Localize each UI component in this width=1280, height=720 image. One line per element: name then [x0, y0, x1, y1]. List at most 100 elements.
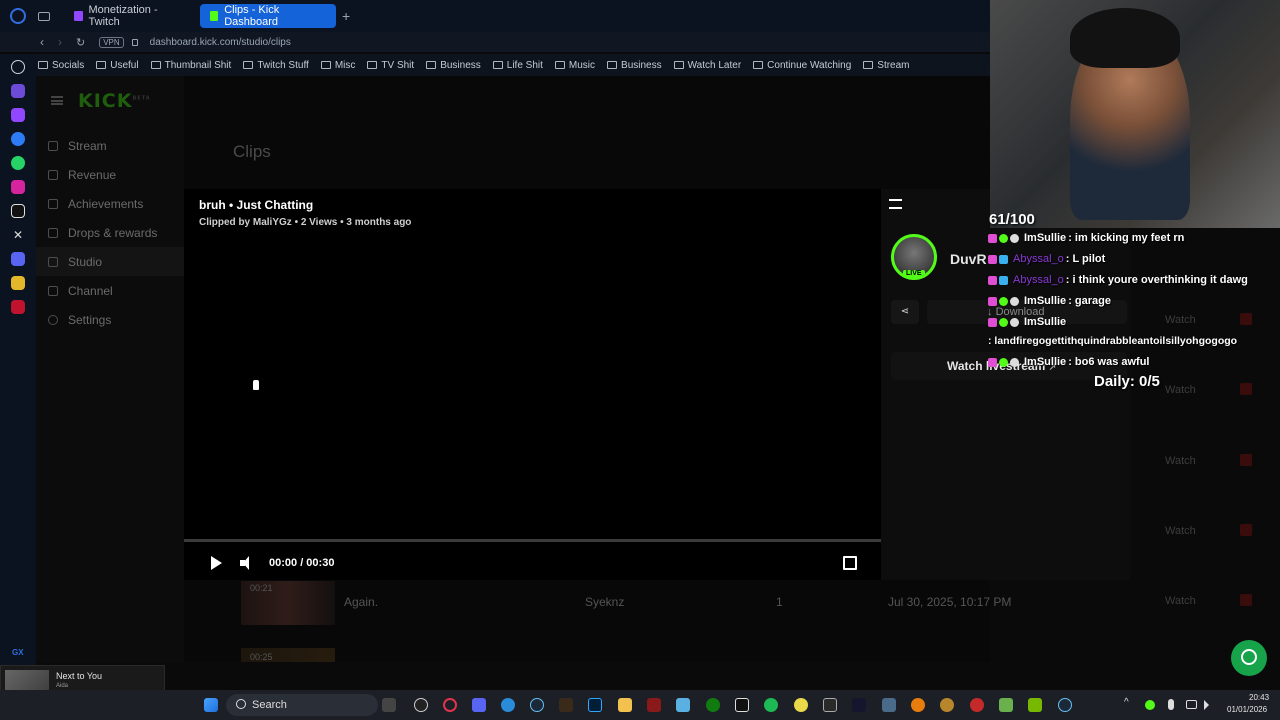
sub-badge-icon: [988, 297, 997, 306]
chat-message: ImSullie : im kicking my feet rn: [988, 232, 1280, 245]
nav-channel[interactable]: Channel: [36, 276, 184, 305]
discord-icon[interactable]: [472, 698, 486, 712]
app-icon[interactable]: [882, 698, 896, 712]
clip-views: 1: [776, 595, 783, 609]
network-icon[interactable]: [1186, 700, 1197, 709]
bookmark-folder[interactable]: Business: [607, 60, 662, 71]
collapse-drawer-icon[interactable]: [889, 199, 902, 209]
headset-icon: [1241, 649, 1257, 665]
bookmark-folder[interactable]: Twitch Stuff: [243, 60, 309, 71]
bookmark-folder[interactable]: Business: [426, 60, 481, 71]
nav-drops-rewards[interactable]: Drops & rewards: [36, 218, 184, 247]
app-icon[interactable]: [940, 698, 954, 712]
windows-start-icon[interactable]: [204, 698, 218, 712]
table-row[interactable]: 00:21 Again. Syeknz 1 Jul 30, 2025, 10:1…: [184, 581, 1280, 625]
clock-time[interactable]: 20:43: [1249, 693, 1269, 702]
app-icon[interactable]: [970, 698, 984, 712]
bookmark-folder[interactable]: Continue Watching: [753, 60, 851, 71]
watch-button[interactable]: Watch: [1165, 455, 1196, 467]
bookmark-folder[interactable]: Watch Later: [673, 60, 741, 71]
nvidia-icon[interactable]: [1028, 698, 1042, 712]
notes-icon[interactable]: [11, 276, 25, 290]
notepad-icon[interactable]: [676, 698, 690, 712]
opera-icon[interactable]: [443, 698, 457, 712]
microphone-icon[interactable]: [1168, 699, 1174, 710]
steam-icon[interactable]: [1058, 698, 1072, 712]
progress-track[interactable]: [184, 539, 881, 542]
share-button[interactable]: ⋖: [891, 300, 919, 324]
volume-tray-icon[interactable]: [1204, 700, 1214, 710]
volume-icon[interactable]: [240, 556, 255, 570]
chat-message: Abyssal_o : L pilot: [988, 253, 1280, 266]
nav-stream[interactable]: Stream: [36, 131, 184, 160]
x-icon[interactable]: ✕: [11, 228, 25, 242]
taskbar-search-box[interactable]: Search: [226, 694, 378, 716]
discord-icon[interactable]: [11, 252, 25, 266]
clock-date[interactable]: 01/01/2026: [1227, 705, 1267, 714]
sidebar-app-icon[interactable]: [11, 300, 25, 314]
folder-icon: [492, 61, 503, 69]
support-chat-button[interactable]: [1231, 640, 1267, 676]
xbox-icon[interactable]: [706, 698, 720, 712]
app-icon[interactable]: [559, 698, 573, 712]
bookmark-folder[interactable]: Life Shit: [492, 60, 543, 71]
clip-video-player[interactable]: bruh • Just Chatting Clipped by MaliYGz …: [184, 189, 881, 580]
whatsapp-icon[interactable]: [11, 156, 25, 170]
tiktok-icon[interactable]: [11, 204, 25, 218]
nav-achievements[interactable]: Achievements: [36, 189, 184, 218]
twitch-icon[interactable]: [11, 108, 25, 122]
tab-twitch[interactable]: Monetization - Twitch: [64, 4, 196, 28]
chatgpt-icon[interactable]: [11, 60, 25, 74]
nav-settings[interactable]: Settings: [36, 305, 184, 334]
folder-icon[interactable]: [618, 698, 632, 712]
url-field[interactable]: dashboard.kick.com/studio/clips: [150, 37, 291, 48]
app-icon[interactable]: [852, 698, 866, 712]
obs-icon[interactable]: [414, 698, 428, 712]
blender-icon[interactable]: [911, 698, 925, 712]
gx-label[interactable]: GX: [12, 648, 24, 657]
edge-icon[interactable]: [501, 698, 515, 712]
kick-logo[interactable]: KICKBETA: [78, 90, 151, 112]
bookmark-folder[interactable]: Useful: [96, 60, 139, 71]
new-tab-button[interactable]: +: [342, 8, 350, 24]
file-explorer-icon[interactable]: [382, 698, 396, 712]
bookmark-folder[interactable]: TV Shit: [367, 60, 414, 71]
app-icon[interactable]: [794, 698, 808, 712]
nav-revenue[interactable]: Revenue: [36, 160, 184, 189]
back-icon[interactable]: ‹: [40, 35, 44, 49]
delete-icon[interactable]: [1240, 524, 1252, 536]
delete-icon[interactable]: [1240, 594, 1252, 606]
steam-icon[interactable]: [530, 698, 544, 712]
tray-app-icon[interactable]: [1145, 700, 1155, 710]
spotify-icon[interactable]: [764, 698, 778, 712]
app-icon[interactable]: [647, 698, 661, 712]
capcut-icon[interactable]: [735, 698, 749, 712]
tray-chevron-icon[interactable]: ^: [1124, 697, 1129, 708]
vpn-badge[interactable]: VPN: [99, 36, 124, 48]
app-icon[interactable]: [999, 698, 1013, 712]
delete-icon[interactable]: [1240, 454, 1252, 466]
tab-label: Monetization - Twitch: [88, 4, 158, 28]
play-icon[interactable]: [211, 556, 222, 570]
watch-button[interactable]: Watch: [1165, 595, 1196, 607]
tab-kick[interactable]: Clips - Kick Dashboard: [200, 4, 336, 28]
app-icon[interactable]: [823, 698, 837, 712]
instagram-icon[interactable]: [11, 180, 25, 194]
watch-button[interactable]: Watch: [1165, 525, 1196, 537]
nav-studio[interactable]: Studio: [36, 247, 184, 276]
bookmark-folder[interactable]: Misc: [320, 60, 355, 71]
photoshop-icon[interactable]: [588, 698, 602, 712]
tab-overview-icon[interactable]: [38, 11, 50, 21]
forward-icon[interactable]: ›: [58, 35, 62, 49]
channel-name[interactable]: DuvR: [950, 251, 987, 267]
bookmark-folder[interactable]: Stream: [863, 60, 910, 71]
reload-icon[interactable]: ↻: [76, 36, 85, 49]
messenger-icon[interactable]: [11, 132, 25, 146]
fullscreen-icon[interactable]: [843, 556, 857, 570]
bookmark-folder[interactable]: Socials: [38, 60, 84, 71]
hamburger-middle-bar: [51, 99, 63, 102]
bookmark-folder[interactable]: Music: [554, 60, 595, 71]
opera-menu-icon[interactable]: [10, 8, 26, 24]
sidebar-app-icon[interactable]: [11, 84, 25, 98]
bookmark-folder[interactable]: Thumbnail Shit: [150, 60, 231, 71]
